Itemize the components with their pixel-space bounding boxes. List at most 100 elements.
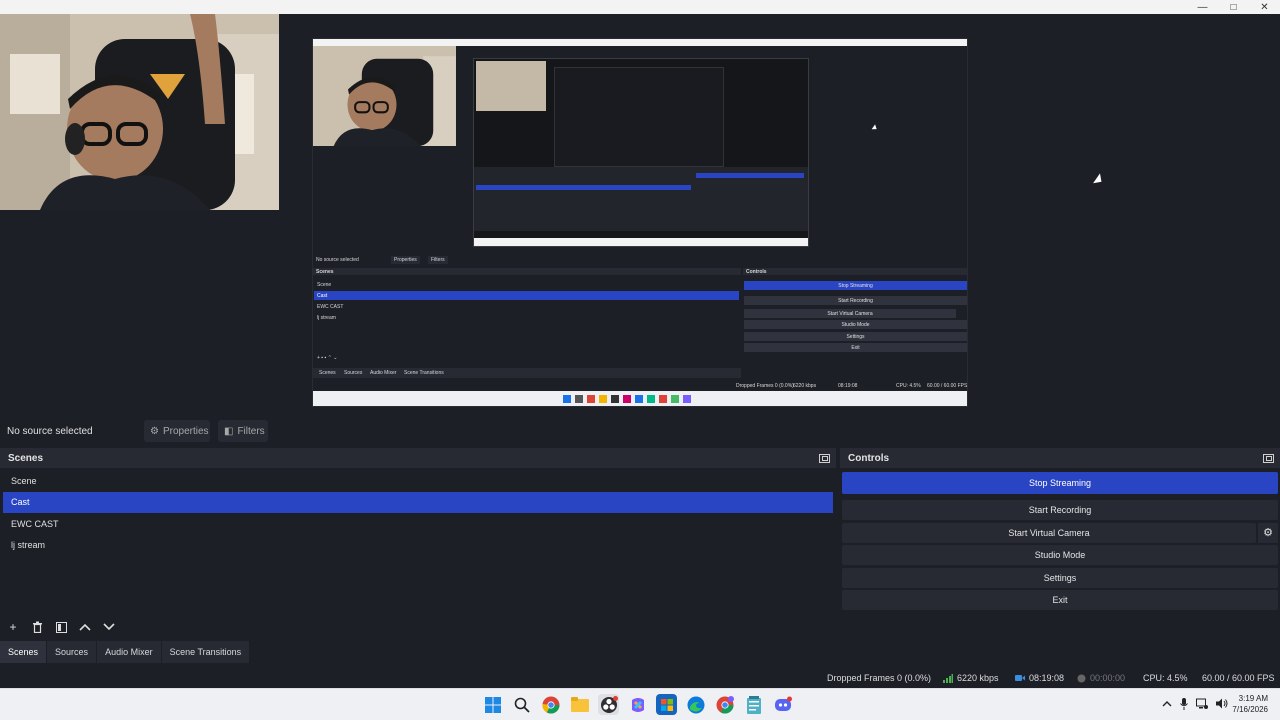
edge-icon[interactable]	[685, 694, 706, 715]
obs-window: — □ ✕ No source selected Properties Filt…	[0, 0, 1280, 720]
status-bar: Dropped Frames 0 (0.0%) 6220 kbps 08:19:…	[0, 670, 1280, 688]
exit-button[interactable]: Exit	[842, 590, 1278, 610]
chrome-icon[interactable]	[540, 694, 561, 715]
nested-control-1: Start Recording	[744, 296, 967, 305]
scene-item-lj-stream[interactable]: lj stream	[3, 535, 833, 557]
nested-tab-3: Scene Transitions	[404, 370, 444, 376]
maximize-button[interactable]: □	[1218, 0, 1249, 14]
virtual-camera-settings-gear-icon[interactable]: ⚙	[1258, 522, 1278, 543]
system-tray	[1162, 698, 1228, 713]
controls-dock-header: Controls	[840, 448, 1280, 468]
no-source-label: No source selected	[7, 425, 93, 437]
chevron-up-icon	[79, 623, 91, 631]
scene-item-cast[interactable]: Cast	[3, 491, 833, 513]
title-bar: — □ ✕	[0, 0, 1280, 14]
filter-icon: ◧	[224, 425, 234, 437]
tab-scenes[interactable]: Scenes	[0, 641, 47, 663]
add-scene-icon[interactable]: +	[4, 618, 22, 636]
stream-time-value: 08:19:08	[1029, 673, 1065, 683]
scene-list: Scene Cast EWC CAST lj stream	[0, 468, 836, 556]
scene-item-ewc-cast[interactable]: EWC CAST	[3, 513, 833, 535]
taskbar-apps	[482, 694, 793, 715]
move-scene-down-icon[interactable]	[100, 618, 118, 636]
bitrate-value: 6220 kbps	[957, 673, 999, 683]
tab-audio-mixer[interactable]: Audio Mixer	[97, 641, 161, 663]
nested-control-5: Exit	[744, 343, 967, 352]
bitrate-status: 6220 kbps	[943, 673, 999, 683]
microphone-icon[interactable]	[1180, 698, 1188, 713]
nested-title-bar	[313, 39, 967, 46]
window-controls: — □ ✕	[1187, 0, 1280, 14]
remove-scene-icon[interactable]	[28, 618, 46, 636]
nested-taskbar	[313, 391, 967, 406]
nested-scene-2: EWC CAST	[317, 304, 344, 310]
stop-streaming-button[interactable]: Stop Streaming	[842, 472, 1278, 494]
system-clock[interactable]: 3:19 AM 7/16/2026	[1232, 693, 1268, 715]
dock-tabs: Scenes Sources Audio Mixer Scene Transit…	[0, 641, 251, 663]
studio-mode-button[interactable]: Studio Mode	[842, 545, 1278, 565]
filters-button[interactable]: ◧ Filters	[218, 420, 268, 442]
nested-control-2: Start Virtual Camera	[744, 309, 956, 318]
search-icon[interactable]	[511, 694, 532, 715]
cpu-usage: CPU: 4.5%	[1143, 673, 1188, 683]
tray-chevron-up-icon[interactable]	[1162, 698, 1172, 713]
store-icon[interactable]	[656, 694, 677, 715]
clock-time: 3:19 AM	[1238, 694, 1268, 703]
filters-label: Filters	[237, 425, 265, 437]
move-scene-up-icon[interactable]	[76, 618, 94, 636]
tab-scene-transitions[interactable]: Scene Transitions	[161, 641, 250, 663]
file-explorer-icon[interactable]	[569, 694, 590, 715]
nested-controls-title: Controls	[746, 269, 767, 275]
nested-scene-0: Scene	[317, 282, 332, 288]
gear-icon: ⚙	[150, 425, 159, 437]
controls-list: Stop Streaming Start Recording Start Vir…	[840, 468, 1280, 610]
scene-item-scene[interactable]: Scene	[3, 470, 833, 492]
stream-icon	[1015, 675, 1025, 681]
nested-filters: Filters	[428, 256, 448, 264]
record-time-value: 00:00:00	[1090, 673, 1126, 683]
scene-filters-icon[interactable]	[52, 618, 70, 636]
minimize-button[interactable]: —	[1187, 0, 1218, 14]
chrome-profile-icon[interactable]	[714, 694, 735, 715]
dropped-frames: Dropped Frames 0 (0.0%)	[827, 673, 932, 683]
discord-icon[interactable]	[772, 694, 793, 715]
scene-toolbar: +	[4, 618, 118, 636]
stream-time-status: 08:19:08	[1015, 673, 1064, 683]
nested-no-source: No source selected	[316, 257, 359, 263]
record-icon	[1077, 674, 1086, 682]
nested-tab-1: Sources	[344, 370, 363, 376]
tab-sources[interactable]: Sources	[47, 641, 97, 663]
nested-tab-2: Audio Mixer	[370, 370, 397, 376]
nested-tools: + ▪ ▪ ⌃ ⌄	[317, 355, 338, 361]
nested-scene-1: Cast	[317, 293, 328, 299]
preview-area[interactable]: No source selected Properties Filters Sc…	[0, 14, 1280, 418]
mouse-cursor-icon	[1093, 173, 1105, 187]
undock-controls-icon[interactable]	[1263, 453, 1274, 463]
copilot-icon[interactable]	[627, 694, 648, 715]
nested-scene-3: lj stream	[317, 315, 336, 321]
volume-icon[interactable]	[1216, 698, 1228, 713]
properties-label: Properties	[162, 425, 209, 437]
settings-button[interactable]: Settings	[842, 567, 1278, 588]
webcam-feed	[0, 14, 279, 210]
scenes-dock: Scenes Scene Cast EWC CAST lj stream + S…	[0, 448, 836, 670]
filter-panel-icon	[55, 621, 67, 633]
nested-scenes-title: Scenes	[316, 269, 334, 275]
nested-screen-capture	[473, 58, 809, 247]
scenes-dock-title: Scenes	[8, 452, 44, 464]
fps-status: 60.00 / 60.00 FPS	[1202, 673, 1275, 683]
properties-button[interactable]: ⚙ Properties	[144, 420, 210, 442]
program-canvas: No source selected Properties Filters Sc…	[312, 38, 968, 407]
close-button[interactable]: ✕	[1249, 0, 1280, 14]
undock-icon[interactable]	[819, 453, 830, 463]
notepad-icon[interactable]	[743, 694, 764, 715]
nested-tab-0: Scenes	[319, 370, 336, 376]
nested-cursor-icon	[871, 124, 879, 132]
clock-date: 7/16/2026	[1232, 705, 1268, 714]
start-virtual-camera-button[interactable]: Start Virtual Camera	[842, 522, 1256, 543]
obs-icon[interactable]	[598, 694, 619, 715]
webcam-image	[0, 14, 279, 210]
network-icon[interactable]	[1196, 698, 1208, 713]
start-recording-button[interactable]: Start Recording	[842, 500, 1278, 520]
windows-start-icon[interactable]	[482, 694, 503, 715]
